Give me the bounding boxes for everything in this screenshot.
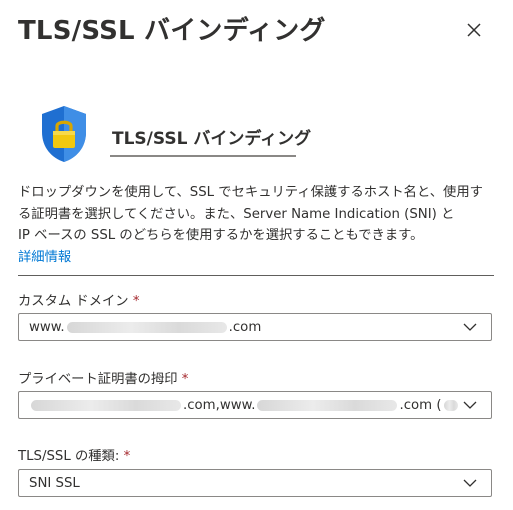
thumbprint-dropdown[interactable]: .com,www. .com (: [18, 391, 492, 419]
close-icon[interactable]: [460, 16, 488, 44]
description-line-1: ドロップダウンを使用して、SSL でセキュリティ保護するホスト名と、使用す: [18, 185, 483, 200]
redacted-text: [257, 399, 398, 411]
chevron-down-icon: [463, 479, 477, 487]
thumbprint-label: プライベート証明書の拇印 *: [18, 368, 188, 387]
tls-type-label-text: TLS/SSL の種類:: [18, 449, 120, 464]
description-line-3: IP ベースの SSL のどちらを使用するかを選択することもできます。: [18, 228, 424, 243]
required-marker: *: [181, 372, 189, 387]
custom-domain-value: www. .com: [29, 320, 261, 335]
heading-underline: [110, 155, 296, 157]
custom-domain-dropdown[interactable]: www. .com: [18, 313, 492, 341]
tls-type-dropdown[interactable]: SNI SSL: [18, 469, 492, 497]
custom-domain-prefix: www.: [29, 319, 65, 335]
custom-domain-label-text: カスタム ドメイン: [18, 294, 129, 309]
chevron-down-icon: [463, 401, 477, 409]
redacted-text: [66, 321, 227, 333]
shield-lock-icon: [42, 106, 86, 162]
section-heading: TLS/SSL バインディング: [112, 129, 312, 149]
required-marker: *: [132, 294, 140, 309]
thumbprint-part1: .com,www.: [183, 397, 256, 413]
chevron-down-icon: [463, 323, 477, 331]
thumbprint-part2: .com (: [399, 397, 442, 413]
description-line-2: る証明書を選択してください。また、Server Name Indication …: [18, 206, 455, 222]
redacted-text: [31, 399, 181, 411]
custom-domain-label: カスタム ドメイン *: [18, 290, 140, 309]
divider: [18, 275, 494, 276]
thumbprint-value: .com,www. .com (: [29, 398, 460, 413]
thumbprint-label-text: プライベート証明書の拇印: [18, 372, 178, 387]
tls-type-value: SNI SSL: [29, 475, 80, 491]
custom-domain-suffix: .com: [228, 319, 262, 335]
required-marker: *: [123, 449, 131, 464]
description: ドロップダウンを使用して、SSL でセキュリティ保護するホスト名と、使用す る証…: [18, 182, 498, 268]
learn-more-link[interactable]: 詳細情報: [18, 250, 71, 265]
tls-type-label: TLS/SSL の種類: *: [18, 445, 130, 464]
panel-title: TLS/SSL バインディング: [18, 16, 326, 46]
redacted-text: [443, 399, 458, 411]
